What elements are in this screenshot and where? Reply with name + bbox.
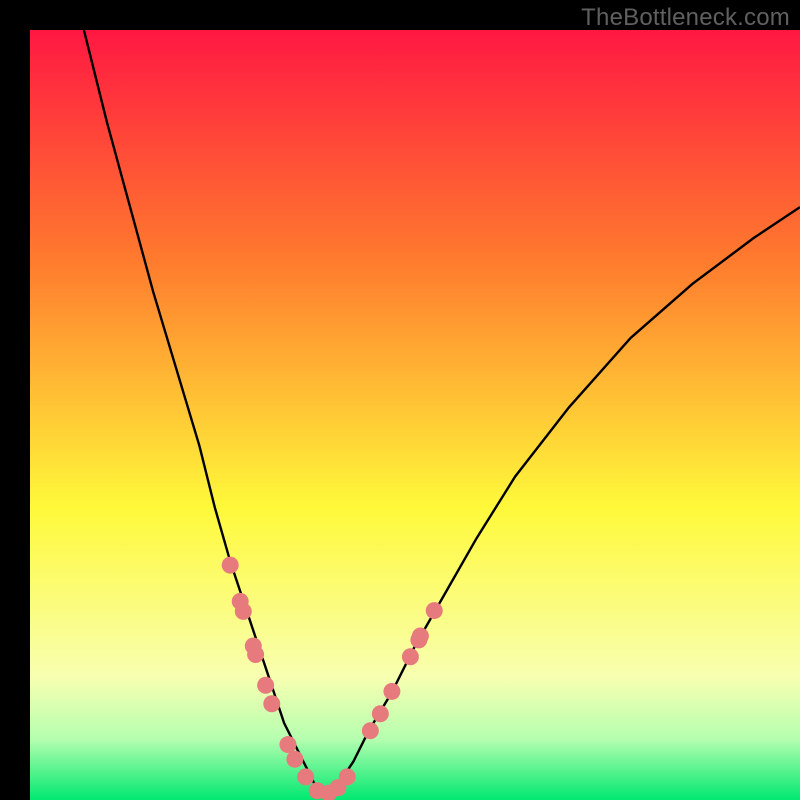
- data-point: [426, 602, 443, 619]
- data-point: [383, 683, 400, 700]
- data-point: [247, 646, 264, 663]
- data-point: [412, 627, 429, 644]
- data-point: [257, 677, 274, 694]
- chart-svg: [30, 30, 800, 800]
- chart-plot-area: [30, 30, 800, 800]
- data-point: [372, 705, 389, 722]
- data-point: [279, 736, 296, 753]
- data-point: [263, 695, 280, 712]
- data-point: [222, 557, 239, 574]
- data-point: [286, 751, 303, 768]
- data-point: [362, 722, 379, 739]
- data-point: [339, 768, 356, 785]
- data-point: [402, 648, 419, 665]
- chart-frame: TheBottleneck.com: [0, 0, 800, 800]
- watermark-text: TheBottleneck.com: [581, 4, 790, 32]
- data-point: [297, 768, 314, 785]
- chart-background: [30, 30, 800, 800]
- data-point: [235, 603, 252, 620]
